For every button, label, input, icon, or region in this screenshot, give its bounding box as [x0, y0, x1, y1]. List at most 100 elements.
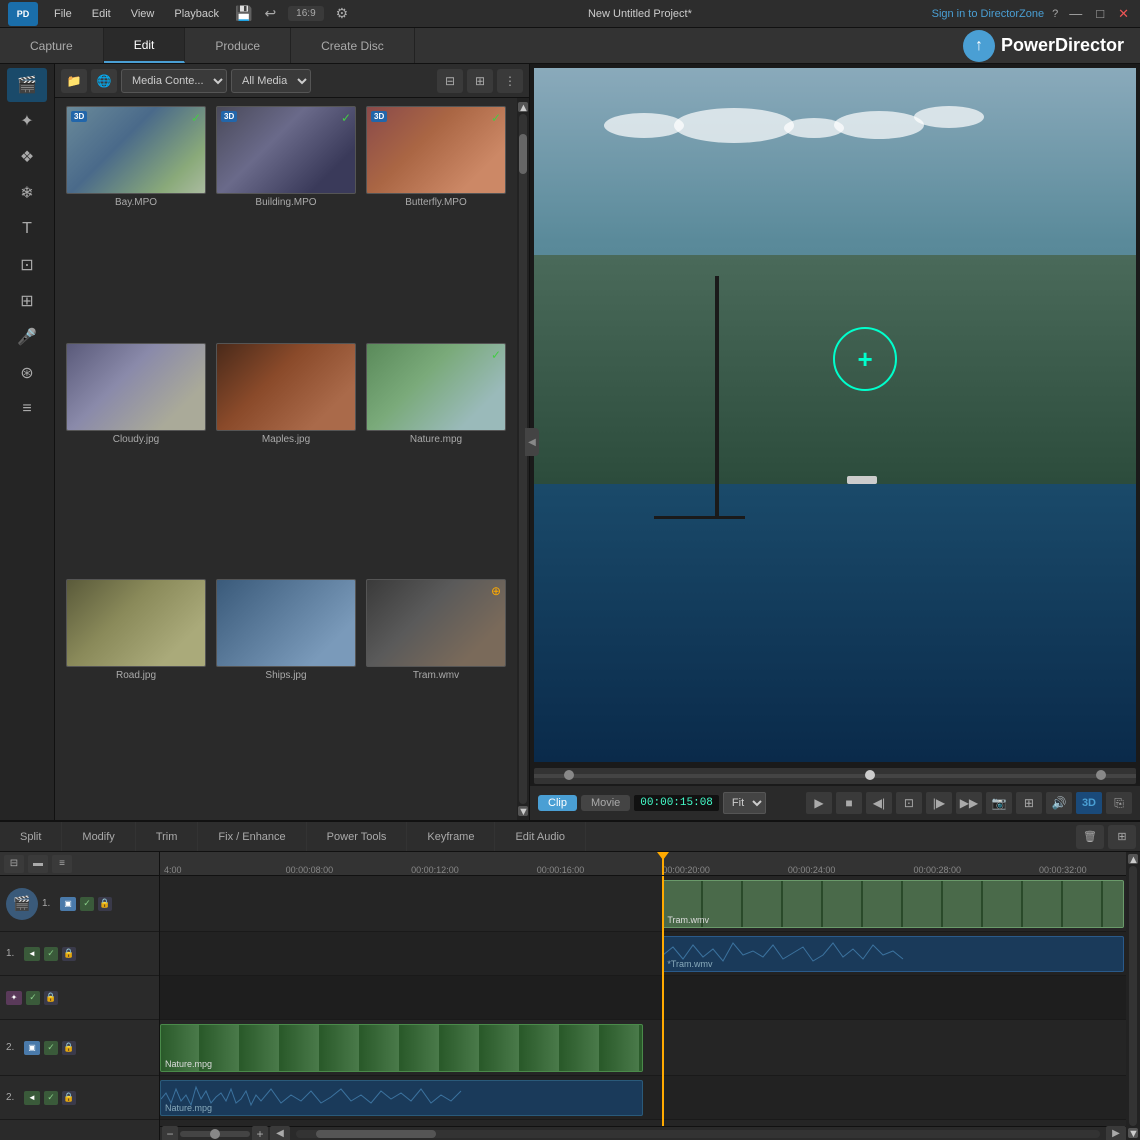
scroll-right-btn[interactable]: ▶ [1106, 1126, 1126, 1140]
menu-file[interactable]: File [50, 6, 76, 22]
sign-in-link[interactable]: Sign in to DirectorZone [932, 8, 1045, 20]
tool-pip[interactable]: ⊡ [7, 248, 47, 282]
menu-view[interactable]: View [127, 6, 159, 22]
tool-audio-mix[interactable]: ⊞ [7, 284, 47, 318]
prev-frame-btn[interactable]: ◀| [866, 792, 892, 814]
clip-tram-video[interactable]: Tram.wmv [662, 880, 1124, 928]
timeline-tool-1[interactable]: ⊟ [4, 855, 24, 873]
track-lock-1v[interactable]: 🔒 [98, 897, 112, 911]
scroll-left-btn[interactable]: ◀ [270, 1126, 290, 1140]
import-web-btn[interactable]: 🌐 [91, 69, 117, 93]
media-item-road[interactable]: Road.jpg [63, 579, 209, 812]
close-button[interactable]: ✕ [1115, 6, 1132, 22]
panel-collapse-btn[interactable]: ◀ [525, 428, 539, 456]
tracks-scroll-up[interactable]: ▲ [1128, 854, 1138, 864]
tracks-vertical-scrollbar[interactable]: ▲ ▼ [1126, 852, 1140, 1140]
zoom-in-btn[interactable]: + [252, 1126, 268, 1140]
media-item-butterfly[interactable]: 3D ✓ Butterfly.MPO [363, 106, 509, 339]
zoom-dropdown[interactable]: Fit [723, 792, 766, 814]
more-actions-btn[interactable]: ⊞ [1108, 825, 1136, 849]
minimize-button[interactable]: — [1066, 6, 1085, 21]
track-lock-fx[interactable]: 🔒 [44, 991, 58, 1005]
fast-fwd-btn[interactable]: ▶▶ [956, 792, 982, 814]
tool-particles[interactable]: ❄ [7, 176, 47, 210]
tool-effects[interactable]: ✦ [7, 104, 47, 138]
edit-tab[interactable]: Edit [104, 28, 186, 63]
scrubber-left-handle[interactable] [564, 770, 574, 780]
edit-audio-tab[interactable]: Edit Audio [495, 822, 586, 851]
toolbar-icon-save[interactable]: 💾 [235, 5, 252, 22]
media-item-building[interactable]: 3D ✓ Building.MPO [213, 106, 359, 339]
timeline-tool-2[interactable]: ▬ [28, 855, 48, 873]
media-item-ships[interactable]: Ships.jpg [213, 579, 359, 812]
modify-tab[interactable]: Modify [62, 822, 135, 851]
clip-nature-video[interactable]: Nature.mpg [160, 1024, 643, 1072]
power-tools-tab[interactable]: Power Tools [307, 822, 408, 851]
keyframe-tab[interactable]: Keyframe [407, 822, 495, 851]
snapshot-btn[interactable]: 📷 [986, 792, 1012, 814]
tool-text[interactable]: T [7, 212, 47, 246]
restore-button[interactable]: □ [1093, 6, 1107, 21]
media-scrollbar[interactable]: ▲ ▼ [517, 98, 529, 820]
menu-edit[interactable]: Edit [88, 6, 115, 22]
list-view-btn[interactable]: ⊞ [467, 69, 493, 93]
import-folder-btn[interactable]: 📁 [61, 69, 87, 93]
media-item-maples[interactable]: Maples.jpg [213, 343, 359, 576]
scroll-down-btn[interactable]: ▼ [518, 806, 528, 816]
grid-view-btn[interactable]: ⊟ [437, 69, 463, 93]
scroll-up-btn[interactable]: ▲ [518, 102, 528, 112]
delete-clip-btn[interactable]: 🗑 [1076, 825, 1104, 849]
clip-nature-audio[interactable]: Nature.mpg [160, 1080, 643, 1116]
toolbar-icon-undo[interactable]: ↩ [264, 5, 276, 22]
timeline-scroll-track[interactable] [296, 1130, 1100, 1138]
track-visibility-2a[interactable]: ✓ [44, 1091, 58, 1105]
media-filter-dropdown[interactable]: All Media [231, 69, 311, 93]
scrubber-bar[interactable] [534, 768, 1136, 784]
track-lock-2v[interactable]: 🔒 [62, 1041, 76, 1055]
capture-tab[interactable]: Capture [0, 28, 104, 63]
tool-media[interactable]: 🎬 [7, 68, 47, 102]
track-lock-2a[interactable]: 🔒 [62, 1091, 76, 1105]
menu-playback[interactable]: Playback [170, 6, 223, 22]
next-frame-btn[interactable]: |▶ [926, 792, 952, 814]
track-visibility-1v[interactable]: ✓ [80, 897, 94, 911]
media-item-cloudy[interactable]: Cloudy.jpg [63, 343, 209, 576]
media-item-tram[interactable]: ⊕ Tram.wmv [363, 579, 509, 812]
tool-transitions[interactable]: ❖ [7, 140, 47, 174]
help-icon[interactable]: ? [1052, 8, 1058, 20]
stop-btn[interactable]: ■ [836, 792, 862, 814]
clip-mode-btn[interactable]: Clip [538, 795, 577, 811]
track-visibility-1a[interactable]: ✓ [44, 947, 58, 961]
snap-btn[interactable]: ⊡ [896, 792, 922, 814]
scroll-thumb[interactable] [519, 134, 527, 174]
tool-chapter[interactable]: ⊛ [7, 356, 47, 390]
timeline-scroll-thumb[interactable] [316, 1130, 436, 1138]
media-options-btn[interactable]: ⋮ [497, 69, 523, 93]
create-disc-tab[interactable]: Create Disc [291, 28, 415, 63]
scrubber-right-handle[interactable] [1096, 770, 1106, 780]
output-settings-btn[interactable]: ⎘ [1106, 792, 1132, 814]
zoom-out-btn[interactable]: − [162, 1126, 178, 1140]
track-visibility-2v[interactable]: ✓ [44, 1041, 58, 1055]
track-lock-1a[interactable]: 🔒 [62, 947, 76, 961]
timeline-tool-3[interactable]: ≡ [52, 855, 72, 873]
aspect-ratio[interactable]: 16:9 [288, 6, 323, 21]
media-item-bay[interactable]: 3D ✓ Bay.MPO [63, 106, 209, 339]
clip-tram-audio[interactable]: *Tram.wmv [662, 936, 1124, 972]
three-d-btn[interactable]: 3D [1076, 792, 1102, 814]
tool-subtitle[interactable]: ≡ [7, 392, 47, 426]
zoom-slider[interactable] [180, 1131, 250, 1137]
split-tab[interactable]: Split [0, 822, 62, 851]
fullscreen-btn[interactable]: ⊞ [1016, 792, 1042, 814]
volume-btn[interactable]: 🔊 [1046, 792, 1072, 814]
media-item-nature[interactable]: ✓ Nature.mpg [363, 343, 509, 576]
movie-mode-btn[interactable]: Movie [581, 795, 630, 811]
zoom-handle[interactable] [210, 1129, 220, 1139]
content-type-dropdown[interactable]: Media Conte... [121, 69, 227, 93]
tool-voice[interactable]: 🎤 [7, 320, 47, 354]
play-btn[interactable]: ▶ [806, 792, 832, 814]
tracks-scroll-down[interactable]: ▼ [1128, 1128, 1138, 1138]
trim-tab[interactable]: Trim [136, 822, 199, 851]
scrubber-handle[interactable] [865, 770, 875, 780]
produce-tab[interactable]: Produce [185, 28, 291, 63]
